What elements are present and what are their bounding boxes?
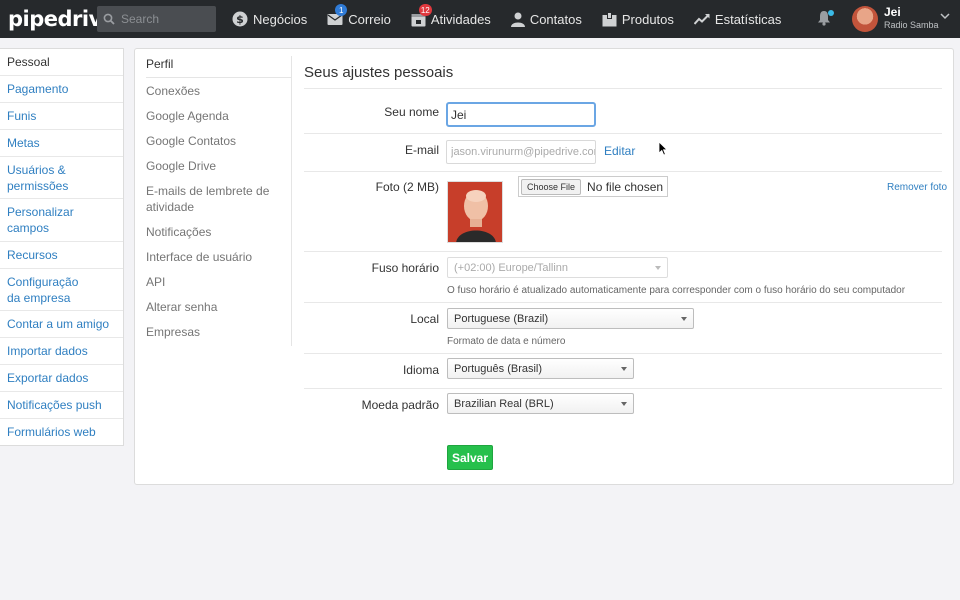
choose-file-button[interactable]: Choose File (521, 178, 582, 195)
sidebar-item-personalizar-campos[interactable]: Personalizar campos (0, 199, 123, 242)
subnav-alterar-senha[interactable]: Alterar senha (146, 299, 291, 315)
nav-contatos-label: Contatos (529, 11, 582, 27)
caret-down-icon (655, 266, 661, 270)
subnav-interface-usuario[interactable]: Interface de usuário (146, 249, 291, 265)
sidebar-item-contar-amigo[interactable]: Contar a um amigo (0, 311, 123, 338)
sidebar-item-formularios-web[interactable]: Formulários web (0, 419, 123, 445)
file-picker[interactable]: Choose File No file chosen (518, 176, 668, 197)
sidebar-item-notificacoes-push[interactable]: Notificações push (0, 392, 123, 419)
settings-sidebar: Pessoal Pagamento Funis Metas Usuários &… (0, 48, 124, 446)
currency-select[interactable]: Brazilian Real (BRL) (447, 393, 634, 414)
app-logo[interactable]: pipedrive (8, 7, 116, 31)
divider (304, 302, 942, 303)
user-company: Radio Samba (884, 20, 939, 30)
dollar-icon: $ (232, 11, 248, 27)
profile-photo-image (448, 182, 502, 242)
locale-help: Formato de data e número (447, 336, 566, 347)
caret-down-icon (621, 367, 627, 371)
file-status: No file chosen (587, 179, 664, 194)
email-edit-link[interactable]: Editar (604, 144, 635, 158)
language-label: Idioma (402, 363, 439, 377)
search-box[interactable] (97, 6, 216, 32)
save-button[interactable]: Salvar (447, 445, 493, 470)
subnav-api[interactable]: API (146, 274, 291, 290)
profile-subnav: Perfil Conexões Google Agenda Google Con… (146, 56, 292, 346)
currency-label: Moeda padrão (361, 398, 439, 412)
remove-photo-link[interactable]: Remover foto (887, 182, 947, 193)
subnav-perfil[interactable]: Perfil (146, 56, 291, 78)
nav-estatisticas-label: Estatísticas (714, 11, 782, 27)
language-select[interactable]: Português (Brasil) (447, 358, 634, 379)
main-nav: $ Negócios 1 Correio 12 Atividades Conta… (232, 0, 801, 38)
sidebar-item-configuracao-empresa[interactable]: Configuração da empresa (0, 269, 100, 311)
nav-correio[interactable]: 1 Correio (327, 0, 391, 38)
locale-value: Portuguese (Brazil) (454, 312, 549, 325)
name-label: Seu nome (384, 105, 439, 119)
nav-atividades-label: Atividades (430, 11, 491, 27)
subnav-google-drive[interactable]: Google Drive (146, 158, 291, 174)
search-icon (103, 13, 115, 25)
sidebar-item-pessoal[interactable]: Pessoal (0, 49, 123, 76)
divider (304, 251, 942, 252)
timezone-label: Fuso horário (371, 261, 439, 275)
timezone-help: O fuso horário é atualizado automaticame… (447, 285, 906, 296)
chevron-down-icon[interactable] (940, 13, 950, 20)
locale-select[interactable]: Portuguese (Brazil) (447, 308, 694, 329)
currency-value: Brazilian Real (BRL) (454, 397, 554, 410)
subnav-empresas[interactable]: Empresas (146, 324, 291, 340)
caret-down-icon (621, 402, 627, 406)
profile-photo (447, 181, 503, 243)
locale-label: Local (410, 312, 439, 326)
notification-dot (828, 10, 834, 16)
search-input[interactable] (121, 12, 211, 26)
page-title: Seus ajustes pessoais (304, 64, 454, 81)
photo-label: Foto (2 MB) (375, 180, 439, 194)
divider (304, 133, 942, 134)
timezone-select: (+02:00) Europe/Tallinn (447, 257, 668, 278)
top-bar: pipedrive $ Negócios 1 Correio 12 Ativid… (0, 0, 960, 38)
subnav-emails-lembrete[interactable]: E-mails de lembrete de atividade (146, 183, 276, 215)
chart-icon (693, 13, 710, 25)
user-avatar[interactable] (852, 6, 878, 32)
sidebar-item-usuarios[interactable]: Usuários & permissões (0, 157, 80, 199)
nav-negocios-label: Negócios (253, 11, 308, 27)
caret-down-icon (681, 317, 687, 321)
subnav-notificacoes[interactable]: Notificações (146, 224, 291, 240)
divider (304, 88, 942, 89)
divider (304, 388, 942, 389)
divider (304, 171, 942, 172)
subnav-google-agenda[interactable]: Google Agenda (146, 108, 291, 124)
user-name[interactable]: Jei (884, 5, 901, 19)
sidebar-item-exportar-dados[interactable]: Exportar dados (0, 365, 123, 392)
nav-correio-label: Correio (348, 11, 391, 27)
nav-negocios[interactable]: $ Negócios (232, 0, 307, 38)
email-field (446, 140, 596, 164)
activities-badge: 12 (418, 4, 432, 16)
sidebar-item-metas[interactable]: Metas (0, 130, 123, 157)
timezone-value: (+02:00) Europe/Tallinn (454, 261, 569, 274)
email-label: E-mail (404, 143, 439, 157)
language-value: Português (Brasil) (454, 362, 543, 375)
sidebar-item-recursos[interactable]: Recursos (0, 242, 123, 269)
nav-contatos[interactable]: Contatos (510, 0, 582, 38)
nav-estatisticas[interactable]: Estatísticas (693, 0, 782, 38)
subnav-google-contatos[interactable]: Google Contatos (146, 133, 291, 149)
mouse-cursor-icon (658, 141, 668, 156)
subnav-conexoes[interactable]: Conexões (146, 83, 291, 99)
name-input[interactable] (446, 102, 596, 127)
nav-produtos-label: Produtos (621, 11, 674, 27)
sidebar-item-funis[interactable]: Funis (0, 103, 123, 130)
box-icon (602, 11, 617, 26)
nav-produtos[interactable]: Produtos (602, 0, 674, 38)
svg-text:$: $ (236, 13, 244, 26)
mail-badge: 1 (335, 4, 348, 16)
divider (304, 353, 942, 354)
nav-atividades[interactable]: 12 Atividades (411, 0, 491, 38)
person-icon (510, 12, 525, 27)
sidebar-item-pagamento[interactable]: Pagamento (0, 76, 123, 103)
sidebar-item-importar-dados[interactable]: Importar dados (0, 338, 123, 365)
